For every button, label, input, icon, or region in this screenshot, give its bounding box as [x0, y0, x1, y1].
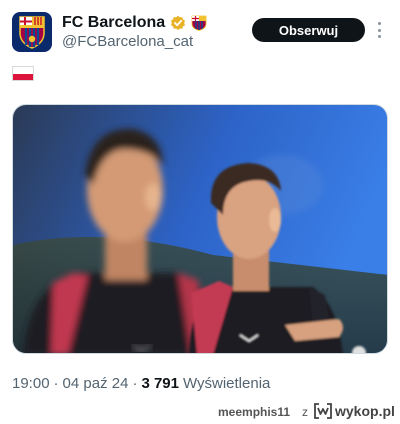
- tweet-card: FC Barcelona @FCBarcelona_cat Obserwuj 1…: [0, 0, 400, 400]
- tweet-date[interactable]: 04 paź 24: [63, 375, 129, 393]
- wykop-icon: [314, 403, 332, 419]
- footer-z: z: [302, 405, 308, 419]
- avatar[interactable]: [12, 12, 52, 52]
- footer-site: wykop.pl: [335, 403, 395, 419]
- display-name[interactable]: FC Barcelona: [62, 13, 165, 33]
- players-photo: [13, 105, 387, 353]
- poland-flag-icon: [12, 66, 34, 81]
- tweet-photo[interactable]: [12, 104, 388, 354]
- author-name-row: FC Barcelona: [62, 13, 207, 33]
- watermark-footer: meemphis11 z wykop.pl: [0, 400, 400, 424]
- more-options-icon[interactable]: [376, 22, 382, 38]
- views-count: 3 791: [141, 375, 179, 392]
- club-crest-icon: [19, 16, 45, 49]
- meta-separator-2: ·: [132, 375, 138, 392]
- follow-button[interactable]: Obserwuj: [252, 18, 365, 42]
- tweet-meta: 19:00 · 04 paź 24 · 3 791 Wyświetlenia: [12, 375, 270, 393]
- footer-username: meemphis11: [218, 405, 291, 419]
- tweet-time[interactable]: 19:00: [12, 375, 50, 393]
- user-handle[interactable]: @FCBarcelona_cat: [62, 33, 193, 51]
- verified-badge-icon: [171, 15, 186, 30]
- meta-separator: ·: [53, 375, 59, 392]
- views-label: Wyświetlenia: [182, 375, 271, 392]
- fc-barcelona-crest-icon: [191, 15, 207, 31]
- wykop-logo: wykop.pl: [314, 403, 395, 419]
